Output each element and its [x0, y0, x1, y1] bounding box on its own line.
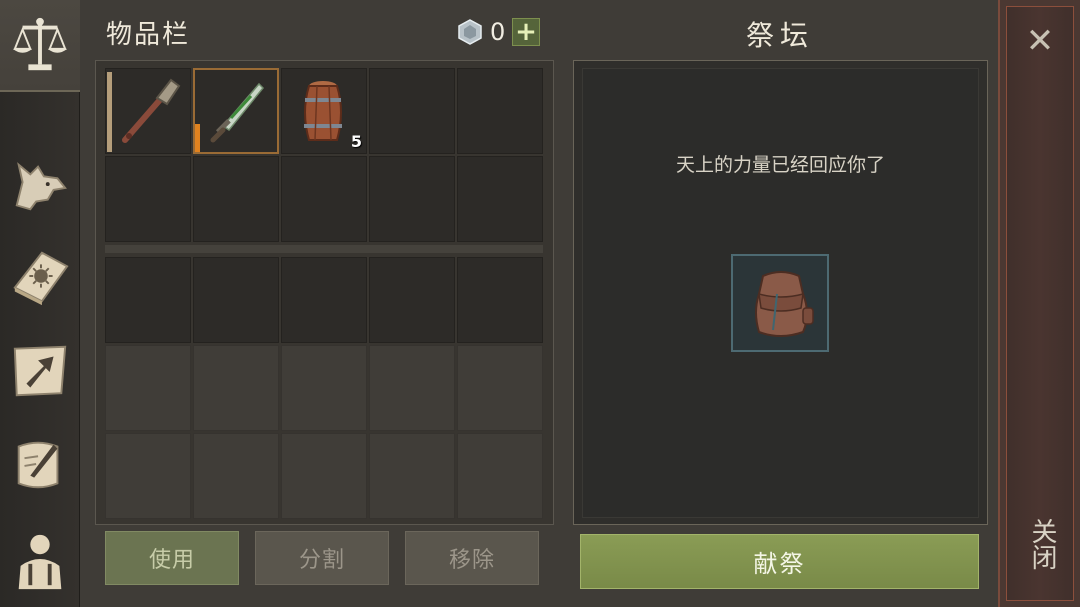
offering-slot[interactable]	[731, 254, 829, 352]
close-label[interactable]: 关闭	[1022, 518, 1058, 570]
close-icon[interactable]: ✕	[1010, 18, 1070, 64]
scales-icon	[12, 17, 68, 71]
use-button[interactable]: 使用	[105, 531, 239, 585]
gem-icon	[458, 19, 482, 45]
inventory-slot-locked	[193, 433, 279, 519]
remove-button[interactable]: 移除	[405, 531, 539, 585]
inventory-slot[interactable]	[281, 257, 367, 343]
inventory-slot[interactable]	[105, 68, 191, 154]
durability-bar	[195, 124, 200, 152]
inventory-slot-locked	[105, 433, 191, 519]
altar-message: 天上的力量已经回应你了	[675, 154, 885, 176]
inventory-grid-main: 5	[105, 68, 543, 242]
inventory-slot-locked	[369, 433, 455, 519]
inventory-slot[interactable]	[457, 68, 543, 154]
durability-bar	[107, 72, 112, 152]
tab-wolf[interactable]	[0, 140, 80, 232]
split-button[interactable]: 分割	[255, 531, 389, 585]
inventory-slot[interactable]	[369, 68, 455, 154]
club-icon	[122, 78, 181, 143]
item-count: 5	[350, 132, 362, 151]
tab-journal[interactable]	[0, 230, 80, 322]
scroll-quill-icon	[17, 441, 59, 489]
inventory-slot[interactable]	[193, 257, 279, 343]
inventory-slot[interactable]: 5	[281, 68, 367, 154]
inventory-slot-locked	[457, 433, 543, 519]
character-icon	[18, 534, 62, 590]
inventory-slot-selected[interactable]	[193, 68, 279, 154]
close-panel-border	[1006, 6, 1074, 601]
inventory-title: 物品栏	[106, 20, 191, 50]
map-arrow-icon	[13, 345, 67, 397]
tab-character[interactable]	[0, 514, 80, 606]
tab-scales[interactable]	[0, 0, 80, 92]
inventory-slot[interactable]	[105, 156, 191, 242]
inventory-slot[interactable]	[457, 156, 543, 242]
inventory-slot-locked	[457, 345, 543, 431]
currency-value: 0	[490, 18, 506, 46]
inventory-slot-locked	[281, 433, 367, 519]
add-currency-button[interactable]: +	[512, 18, 540, 46]
wolf-icon	[15, 162, 67, 211]
inventory-slot[interactable]	[457, 257, 543, 343]
sidebar	[0, 0, 80, 607]
close-panel[interactable]	[998, 0, 1080, 607]
tab-quests[interactable]	[0, 418, 80, 510]
inventory-divider	[105, 245, 543, 253]
inventory-slot[interactable]	[281, 156, 367, 242]
inventory-slot-locked	[369, 345, 455, 431]
dagger-icon	[210, 82, 265, 143]
inventory-slot[interactable]	[369, 156, 455, 242]
inventory-slot[interactable]	[369, 257, 455, 343]
inventory-grid-extra	[105, 257, 543, 519]
inventory-slot[interactable]	[105, 257, 191, 343]
sun-book-icon	[13, 251, 69, 306]
inventory-slot[interactable]	[193, 156, 279, 242]
altar-title: 祭坛	[745, 19, 814, 52]
inventory-slot-locked	[281, 345, 367, 431]
sacrifice-button[interactable]: 献祭	[580, 534, 979, 589]
backpack-icon	[755, 271, 814, 337]
inventory-slot-locked	[193, 345, 279, 431]
currency-display: 0 +	[456, 16, 540, 48]
inventory-slot-locked	[105, 345, 191, 431]
tab-map[interactable]	[0, 324, 80, 416]
